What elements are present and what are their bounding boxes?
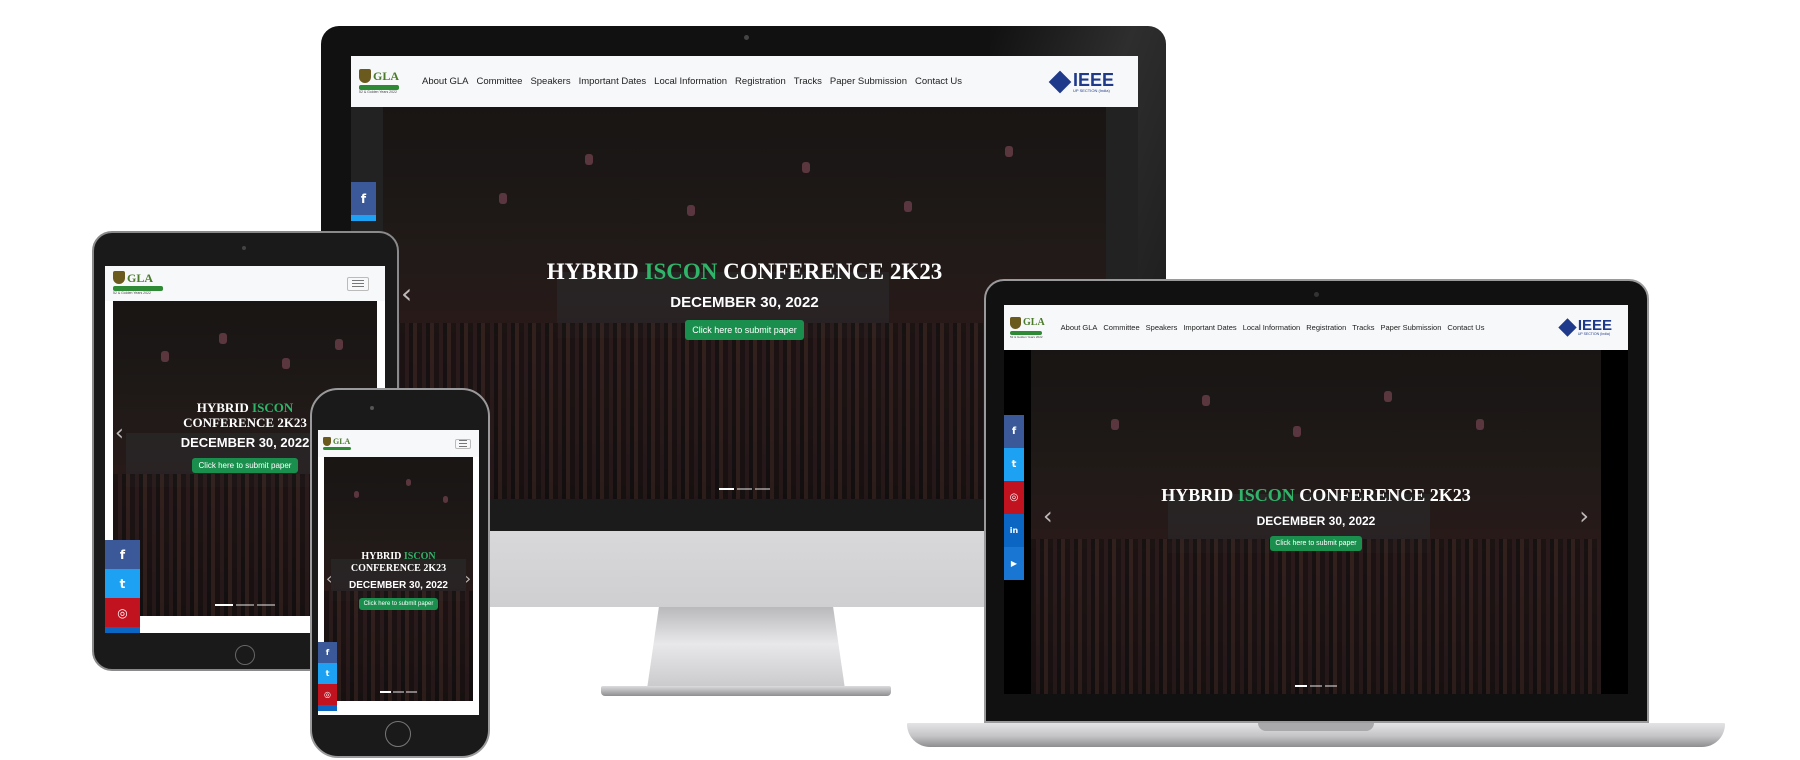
laptop-screen: GLA 52 & Golden Years 2022 About GLA Com… xyxy=(1004,305,1628,694)
submit-paper-button[interactable]: Click here to submit paper xyxy=(358,598,439,610)
hero-date: DECEMBER 30, 2022 xyxy=(349,580,448,591)
submit-paper-button[interactable]: Click here to submit paper xyxy=(1270,536,1362,551)
hero-date: DECEMBER 30, 2022 xyxy=(1256,514,1376,528)
carousel-dot[interactable] xyxy=(1325,685,1337,687)
hero-title: HYBRID ISCON CONFERENCE 2K23 xyxy=(1161,485,1471,505)
apple-logo-icon xyxy=(725,546,765,590)
nav-contact[interactable]: Contact Us xyxy=(915,76,962,87)
gla-logo[interactable]: GLA xyxy=(323,437,351,450)
hero-carousel: ‹ › HYBRID ISCON CONFERENCE 2K23 DECEMBE… xyxy=(324,457,473,701)
carousel-dot[interactable] xyxy=(406,691,417,693)
gla-logo[interactable]: GLA 52 & Golden Years 2022 xyxy=(1010,316,1045,339)
laptop-notch xyxy=(1258,723,1374,731)
youtube-icon[interactable]: ▶ xyxy=(1004,547,1024,580)
ieee-logo[interactable]: IEEE UP SECTION (India) xyxy=(1048,70,1114,93)
nav-local-information[interactable]: Local Information xyxy=(654,76,727,87)
navbar: GLA 52 & Golden Years 2022 xyxy=(105,266,385,301)
nav-links: About GLA Committee Speakers Important D… xyxy=(422,76,962,87)
hero-carousel: ‹ › HYBRID ISCON CONFERENCE 2K23 DECEMBE… xyxy=(1031,350,1601,694)
linkedin-icon[interactable]: in xyxy=(1004,514,1024,547)
instagram-icon[interactable]: ◎ xyxy=(105,598,140,627)
nav-important-dates[interactable]: Important Dates xyxy=(579,76,647,87)
gla-logo[interactable]: GLA 52 & Golden Years 2022 xyxy=(113,271,163,296)
hero-title: HYBRID ISCON CONFERENCE 2K23 xyxy=(350,551,447,574)
carousel-dot[interactable] xyxy=(1295,685,1307,687)
facebook-icon[interactable]: f xyxy=(105,540,140,569)
device-mockup-stage: GLA 52 & Golden Years 2022 About GLA Com… xyxy=(0,0,1800,760)
twitter-icon[interactable]: t xyxy=(318,663,337,684)
nav-registration[interactable]: Registration xyxy=(1306,323,1346,332)
facebook-icon[interactable]: f xyxy=(351,182,376,215)
nav-paper-submission[interactable]: Paper Submission xyxy=(830,76,907,87)
linkedin-icon[interactable] xyxy=(318,705,337,711)
social-sidebar: f t ◎ xyxy=(105,540,140,633)
carousel-indicators xyxy=(324,691,473,693)
twitter-icon[interactable]: t xyxy=(105,569,140,598)
carousel-dot[interactable] xyxy=(1310,685,1322,687)
nav-tracks[interactable]: Tracks xyxy=(1352,323,1374,332)
twitter-icon[interactable]: t xyxy=(1004,448,1024,481)
carousel-dot[interactable] xyxy=(215,604,233,606)
monitor-stand-foot xyxy=(601,686,891,696)
nav-registration[interactable]: Registration xyxy=(735,76,786,87)
social-sidebar: f xyxy=(351,182,376,221)
tablet-camera xyxy=(242,246,246,250)
carousel-dot[interactable] xyxy=(257,604,275,606)
carousel-dot[interactable] xyxy=(719,488,734,490)
navbar: GLA 52 & Golden Years 2022 About GLA Com… xyxy=(1004,305,1628,350)
twitter-icon[interactable] xyxy=(351,215,376,221)
menu-toggle-icon[interactable] xyxy=(347,276,369,291)
nav-about[interactable]: About GLA xyxy=(422,76,468,87)
submit-paper-button[interactable]: Click here to submit paper xyxy=(191,458,299,473)
menu-toggle-icon[interactable] xyxy=(455,438,471,449)
tablet-home-button xyxy=(235,645,255,665)
nav-tracks[interactable]: Tracks xyxy=(794,76,822,87)
laptop-camera xyxy=(1314,292,1319,297)
nav-local-information[interactable]: Local Information xyxy=(1243,323,1301,332)
nav-about[interactable]: About GLA xyxy=(1061,323,1098,332)
facebook-icon[interactable]: f xyxy=(318,642,337,663)
carousel-dot[interactable] xyxy=(380,691,391,693)
carousel-dot[interactable] xyxy=(236,604,254,606)
nav-contact[interactable]: Contact Us xyxy=(1447,323,1484,332)
phone-home-button xyxy=(385,721,411,747)
nav-important-dates[interactable]: Important Dates xyxy=(1183,323,1236,332)
monitor-camera xyxy=(744,35,749,40)
nav-speakers[interactable]: Speakers xyxy=(1146,323,1178,332)
carousel-dot[interactable] xyxy=(755,488,770,490)
carousel-dot[interactable] xyxy=(393,691,404,693)
nav-committee[interactable]: Committee xyxy=(477,76,523,87)
navbar: GLA xyxy=(318,430,479,457)
carousel-indicators xyxy=(1031,685,1601,687)
submit-paper-button[interactable]: Click here to submit paper xyxy=(685,320,804,340)
monitor-stand xyxy=(647,607,845,689)
carousel-dot[interactable] xyxy=(737,488,752,490)
gla-logo[interactable]: GLA 52 & Golden Years 2022 xyxy=(359,68,399,95)
instagram-icon[interactable]: ◎ xyxy=(318,684,337,705)
nav-paper-submission[interactable]: Paper Submission xyxy=(1381,323,1442,332)
ieee-logo[interactable]: IEEE UP SECTION (India) xyxy=(1558,318,1612,337)
nav-links: About GLA Committee Speakers Important D… xyxy=(1061,323,1485,332)
nav-speakers[interactable]: Speakers xyxy=(530,76,570,87)
nav-committee[interactable]: Committee xyxy=(1103,323,1139,332)
instagram-icon[interactable]: ◎ xyxy=(1004,481,1024,514)
facebook-icon[interactable]: f xyxy=(1004,415,1024,448)
phone-camera xyxy=(370,406,374,410)
social-sidebar: f t ◎ xyxy=(318,642,337,711)
linkedin-icon[interactable] xyxy=(105,627,140,633)
phone-screen: GLA ‹ › HYBRID ISCON CONFERENCE 2K23 DEC… xyxy=(318,430,479,715)
social-sidebar: f t ◎ in ▶ xyxy=(1004,415,1024,580)
navbar: GLA 52 & Golden Years 2022 About GLA Com… xyxy=(351,56,1138,107)
